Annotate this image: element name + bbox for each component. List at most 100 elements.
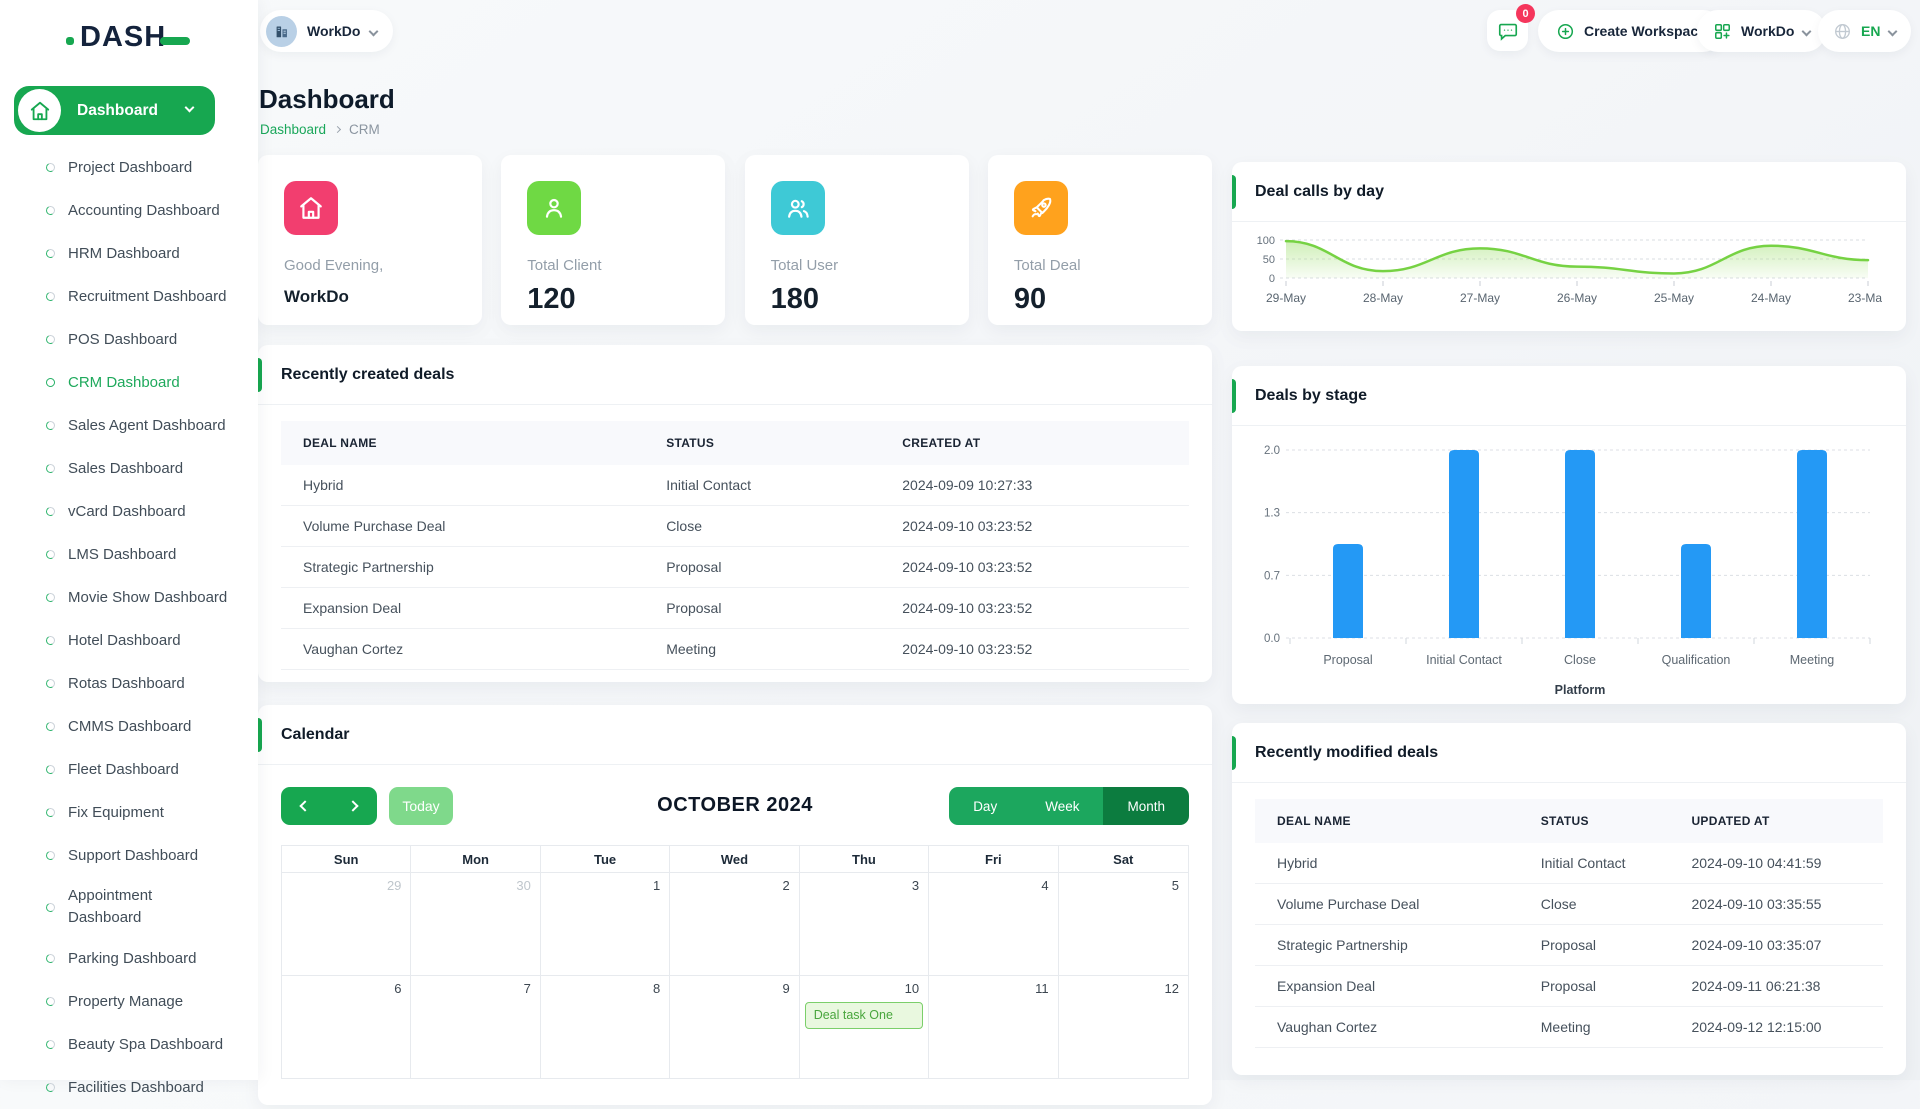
sidebar-item-appointment-dashboard[interactable]: Appointment Dashboard — [0, 877, 258, 937]
sidebar-item-cmms-dashboard[interactable]: CMMS Dashboard — [0, 705, 258, 748]
sidebar-item-vcard-dashboard[interactable]: vCard Dashboard — [0, 490, 258, 533]
recent-modified-title: Recently modified deals — [1255, 744, 1438, 762]
circle-icon — [45, 764, 56, 775]
calendar-day-10[interactable]: 10Deal task One — [800, 976, 929, 1079]
calendar-day-4[interactable]: 4 — [929, 873, 1058, 976]
chevron-down-icon — [185, 103, 195, 113]
sidebar-item-facilities-dashboard[interactable]: Facilities Dashboard — [0, 1066, 258, 1109]
day-number: 12 — [1165, 981, 1179, 996]
sidebar-item-support-dashboard[interactable]: Support Dashboard — [0, 834, 258, 877]
svg-text:50: 50 — [1263, 254, 1275, 266]
day-header-mon: Mon — [411, 846, 540, 873]
calendar-grid: SunMonTueWedThuFriSat293012345678910Deal… — [281, 845, 1189, 1079]
deal-calls-title: Deal calls by day — [1255, 183, 1384, 201]
day-header-sun: Sun — [282, 846, 411, 873]
stat-value: 90 — [1014, 283, 1186, 316]
sidebar-item-beauty-spa-dashboard[interactable]: Beauty Spa Dashboard — [0, 1023, 258, 1066]
sidebar-item-crm-dashboard[interactable]: CRM Dashboard — [0, 361, 258, 404]
calendar-day-11[interactable]: 11 — [929, 976, 1058, 1079]
sidebar-item-label: Fleet Dashboard — [68, 761, 179, 778]
calendar-day-5[interactable]: 5 — [1059, 873, 1188, 976]
table-cell: Expansion Deal — [281, 588, 644, 629]
sidebar-item-rotas-dashboard[interactable]: Rotas Dashboard — [0, 662, 258, 705]
sidebar-item-fleet-dashboard[interactable]: Fleet Dashboard — [0, 748, 258, 791]
workspace-switcher-label: WorkDo — [1741, 23, 1794, 39]
sidebar-dashboard-toggle[interactable]: Dashboard — [14, 86, 215, 135]
table-cell: Initial Contact — [644, 465, 880, 506]
calendar-day-1[interactable]: 1 — [541, 873, 670, 976]
circle-icon — [45, 506, 56, 517]
calendar-view-week[interactable]: Week — [1021, 787, 1103, 825]
sidebar-item-fix-equipment[interactable]: Fix Equipment — [0, 791, 258, 834]
day-header-thu: Thu — [800, 846, 929, 873]
recent-created-title: Recently created deals — [281, 366, 454, 384]
card-accent — [258, 718, 262, 752]
sidebar-item-property-manage[interactable]: Property Manage — [0, 980, 258, 1023]
calendar-day-8[interactable]: 8 — [541, 976, 670, 1079]
sidebar-item-hotel-dashboard[interactable]: Hotel Dashboard — [0, 619, 258, 662]
deal-calls-area-chart: 10050029-May28-May27-May26-May25-May24-M… — [1232, 222, 1906, 325]
svg-text:Initial Contact: Initial Contact — [1426, 653, 1502, 667]
table-cell: 2024-09-10 03:23:52 — [880, 588, 1189, 629]
svg-text:Meeting: Meeting — [1790, 653, 1835, 667]
table-cell: Hybrid — [1255, 843, 1519, 884]
svg-text:0.7: 0.7 — [1264, 570, 1280, 582]
circle-icon — [45, 463, 56, 474]
calendar-event[interactable]: Deal task One — [805, 1002, 923, 1029]
table-cell: Close — [644, 506, 880, 547]
sidebar-item-sales-dashboard[interactable]: Sales Dashboard — [0, 447, 258, 490]
sidebar-item-parking-dashboard[interactable]: Parking Dashboard — [0, 937, 258, 980]
app-logo[interactable]: DASH — [66, 20, 258, 54]
table-cell: Strategic Partnership — [281, 547, 644, 588]
table-cell: Volume Purchase Deal — [1255, 884, 1519, 925]
svg-text:25-May: 25-May — [1654, 291, 1694, 305]
stat-value: 180 — [771, 283, 943, 316]
svg-text:0: 0 — [1269, 273, 1275, 285]
calendar-card: Calendar Today OCTOBER 2024 DayWeekMonth… — [258, 705, 1212, 1105]
sidebar-item-movie-show-dashboard[interactable]: Movie Show Dashboard — [0, 576, 258, 619]
calendar-day-3[interactable]: 3 — [800, 873, 929, 976]
sidebar-item-lms-dashboard[interactable]: LMS Dashboard — [0, 533, 258, 576]
table-row: Vaughan CortezMeeting2024-09-10 03:23:52 — [281, 629, 1189, 670]
calendar-header-row: SunMonTueWedThuFriSat — [282, 846, 1188, 873]
sidebar-item-project-dashboard[interactable]: Project Dashboard — [0, 146, 258, 189]
messages-button[interactable]: 0 — [1487, 10, 1528, 51]
workspace-switcher[interactable]: WorkDo — [1697, 10, 1826, 52]
calendar-day-9[interactable]: 9 — [670, 976, 799, 1079]
breadcrumb-dashboard-link[interactable]: Dashboard — [260, 122, 326, 137]
circle-icon — [45, 635, 56, 646]
grid-add-icon — [1713, 22, 1732, 41]
calendar-view-day[interactable]: Day — [949, 787, 1021, 825]
sidebar-item-recruitment-dashboard[interactable]: Recruitment Dashboard — [0, 275, 258, 318]
workspace-pill[interactable]: WorkDo — [260, 10, 393, 52]
day-number: 5 — [1172, 878, 1179, 893]
sidebar-item-hrm-dashboard[interactable]: HRM Dashboard — [0, 232, 258, 275]
calendar-day-6[interactable]: 6 — [282, 976, 411, 1079]
sidebar-item-pos-dashboard[interactable]: POS Dashboard — [0, 318, 258, 361]
day-number: 4 — [1041, 878, 1048, 893]
calendar-day-29[interactable]: 29 — [282, 873, 411, 976]
stat-card-total-deal: Total Deal90 — [988, 155, 1212, 325]
sidebar-item-label: Recruitment Dashboard — [68, 288, 226, 305]
chevron-down-icon — [369, 26, 379, 36]
column-header-deal-name: DEAL NAME — [1255, 799, 1519, 843]
language-selector[interactable]: EN — [1818, 10, 1911, 52]
sidebar-item-label: Sales Dashboard — [68, 460, 183, 477]
table-cell: 2024-09-10 03:35:55 — [1669, 884, 1883, 925]
sidebar-item-label: Hotel Dashboard — [68, 632, 181, 649]
calendar-day-30[interactable]: 30 — [411, 873, 540, 976]
sidebar-item-sales-agent-dashboard[interactable]: Sales Agent Dashboard — [0, 404, 258, 447]
calendar-day-7[interactable]: 7 — [411, 976, 540, 1079]
svg-text:26-May: 26-May — [1557, 291, 1597, 305]
column-header-deal-name: DEAL NAME — [281, 421, 644, 465]
circle-icon — [45, 420, 56, 431]
calendar-week-row: 2930123 4 5 — [282, 873, 1188, 976]
calendar-view-month[interactable]: Month — [1103, 787, 1189, 825]
sidebar-item-accounting-dashboard[interactable]: Accounting Dashboard — [0, 189, 258, 232]
calendar-day-12[interactable]: 12 — [1059, 976, 1188, 1079]
column-header-created-at: CREATED AT — [880, 421, 1189, 465]
table-cell: Expansion Deal — [1255, 966, 1519, 1007]
sidebar-item-label: Rotas Dashboard — [68, 675, 185, 692]
calendar-day-2[interactable]: 2 — [670, 873, 799, 976]
sidebar-item-label: Appointment Dashboard — [68, 885, 184, 930]
